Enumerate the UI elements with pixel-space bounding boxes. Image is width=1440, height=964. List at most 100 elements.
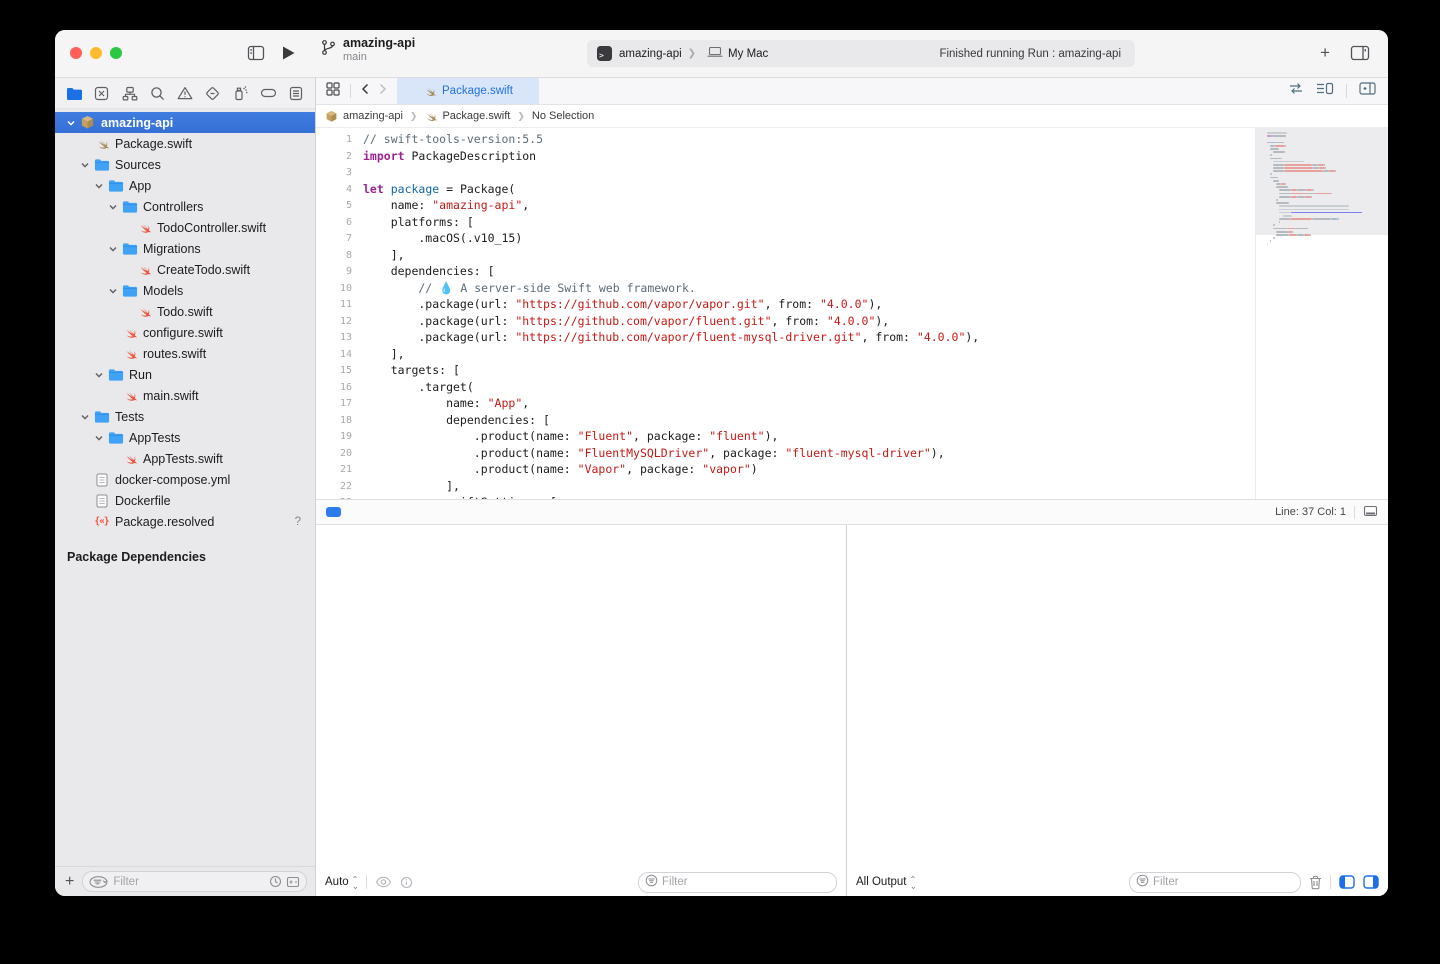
variables-scope-selector[interactable]: Auto ⌃⌃ xyxy=(325,876,358,889)
code-line[interactable]: 14 ], xyxy=(316,346,1256,363)
code-line[interactable]: 6 platforms: [ xyxy=(316,214,1256,231)
source-control-status-filter-icon[interactable] xyxy=(286,876,300,888)
code-line[interactable]: 18 dependencies: [ xyxy=(316,412,1256,429)
tree-item-package-resolved[interactable]: {«}Package.resolved? xyxy=(55,511,315,532)
add-toolbar-button[interactable]: + xyxy=(1320,43,1330,63)
symbol-navigator-icon[interactable] xyxy=(121,84,139,102)
disclosure-chevron-icon[interactable] xyxy=(105,286,121,296)
tree-item-main-swift[interactable]: main.swift xyxy=(55,385,315,406)
breadcrumb-selection[interactable]: No Selection xyxy=(532,110,594,122)
add-editor-icon[interactable] xyxy=(1359,82,1376,100)
quicklook-eye-icon[interactable] xyxy=(375,876,392,888)
code-line[interactable]: 13 .package(url: "https://github.com/vap… xyxy=(316,329,1256,346)
code-line[interactable]: 8 ], xyxy=(316,247,1256,264)
code-line[interactable]: 7 .macOS(.v10_15) xyxy=(316,230,1256,247)
tree-item-controllers[interactable]: Controllers xyxy=(55,196,315,217)
disclosure-chevron-icon[interactable] xyxy=(105,244,121,254)
code-line[interactable]: 1// swift-tools-version:5.5 xyxy=(316,131,1256,148)
code-line[interactable]: 2import PackageDescription xyxy=(316,148,1256,165)
editor-options-icon[interactable] xyxy=(1316,82,1334,100)
tree-item-sources[interactable]: Sources xyxy=(55,154,315,175)
toggle-debug-area-icon[interactable] xyxy=(326,507,341,517)
code-line[interactable]: 10 // 💧 A server-side Swift web framewor… xyxy=(316,280,1256,297)
code-line[interactable]: 23 swiftSettings: [ xyxy=(316,494,1256,499)
code-line[interactable]: 16 .target( xyxy=(316,379,1256,396)
tree-item-createtodo-swift[interactable]: CreateTodo.swift xyxy=(55,259,315,280)
disclosure-chevron-icon[interactable] xyxy=(105,202,121,212)
go-back-icon[interactable] xyxy=(361,82,369,100)
toggle-console-view-icon[interactable] xyxy=(1363,875,1379,889)
tree-item-models[interactable]: Models xyxy=(55,280,315,301)
breadcrumb-file[interactable]: Package.swift xyxy=(442,110,510,122)
add-file-button[interactable]: + xyxy=(63,874,76,890)
console-content[interactable] xyxy=(847,525,1388,868)
code-line[interactable]: 19 .product(name: "Fluent", package: "fl… xyxy=(316,428,1256,445)
code-line[interactable]: 22 ], xyxy=(316,478,1256,495)
toggle-inspectors-icon[interactable] xyxy=(1350,45,1370,66)
toggle-variables-view-icon[interactable] xyxy=(1339,875,1355,889)
toggle-navigator-icon[interactable] xyxy=(247,45,265,66)
disclosure-chevron-icon[interactable] xyxy=(63,118,79,128)
jump-bar[interactable]: amazing-api ❯ Package.swift ❯ No Selecti… xyxy=(316,105,1388,128)
scheme-selector[interactable]: > amazing-api ❯ My Mac xyxy=(587,40,778,67)
disclosure-chevron-icon[interactable] xyxy=(77,160,93,170)
report-navigator-icon[interactable] xyxy=(287,84,305,102)
variables-filter-field[interactable]: Filter xyxy=(638,872,837,893)
clear-console-trash-icon[interactable] xyxy=(1309,875,1322,890)
run-button[interactable] xyxy=(281,45,296,66)
tree-item-migrations[interactable]: Migrations xyxy=(55,238,315,259)
source-control-navigator-icon[interactable] xyxy=(93,84,111,102)
tree-item-package-swift[interactable]: Package.swift xyxy=(55,133,315,154)
tree-item-tests[interactable]: Tests xyxy=(55,406,315,427)
tree-item-todocontroller-swift[interactable]: TodoController.swift xyxy=(55,217,315,238)
tree-item-docker-compose-yml[interactable]: docker-compose.yml xyxy=(55,469,315,490)
code-line[interactable]: 3 xyxy=(316,164,1256,181)
scheme-destination[interactable]: My Mac xyxy=(728,48,768,60)
minimize-window-button[interactable] xyxy=(90,47,102,59)
tree-item-apptests-swift[interactable]: AppTests.swift xyxy=(55,448,315,469)
related-items-icon[interactable] xyxy=(326,82,340,101)
project-navigator-icon[interactable] xyxy=(65,84,83,102)
console-scope-selector[interactable]: All Output ⌃⌃ xyxy=(856,876,916,889)
tree-item-todo-swift[interactable]: Todo.swift xyxy=(55,301,315,322)
swap-editors-icon[interactable] xyxy=(1288,82,1304,100)
tree-item-dockerfile[interactable]: Dockerfile xyxy=(55,490,315,511)
console-filter-field[interactable]: Filter xyxy=(1129,872,1301,893)
test-navigator-icon[interactable] xyxy=(204,84,222,102)
code-line[interactable]: 12 .package(url: "https://github.com/vap… xyxy=(316,313,1256,330)
tree-item-routes-swift[interactable]: routes.swift xyxy=(55,343,315,364)
find-navigator-icon[interactable] xyxy=(148,84,166,102)
debug-navigator-icon[interactable] xyxy=(232,84,250,102)
code-line[interactable]: 15 targets: [ xyxy=(316,362,1256,379)
zoom-window-button[interactable] xyxy=(110,47,122,59)
code-line[interactable]: 21 .product(name: "Vapor", package: "vap… xyxy=(316,461,1256,478)
tree-item-configure-swift[interactable]: configure.swift xyxy=(55,322,315,343)
code-line[interactable]: 5 name: "amazing-api", xyxy=(316,197,1256,214)
code-line[interactable]: 4let package = Package( xyxy=(316,181,1256,198)
go-forward-icon[interactable] xyxy=(379,82,387,100)
code-line[interactable]: 9 dependencies: [ xyxy=(316,263,1256,280)
code-line[interactable]: 17 name: "App", xyxy=(316,395,1256,412)
tree-item-app[interactable]: App xyxy=(55,175,315,196)
close-window-button[interactable] xyxy=(70,47,82,59)
breadcrumb-project[interactable]: amazing-api xyxy=(343,110,403,122)
editor-display-icon[interactable] xyxy=(1363,505,1378,520)
issue-navigator-icon[interactable] xyxy=(176,84,194,102)
tree-item-run[interactable]: Run xyxy=(55,364,315,385)
disclosure-chevron-icon[interactable] xyxy=(91,433,107,443)
recent-files-filter-icon[interactable] xyxy=(269,875,282,888)
tree-item-apptests[interactable]: AppTests xyxy=(55,427,315,448)
disclosure-chevron-icon[interactable] xyxy=(91,181,107,191)
variables-content[interactable] xyxy=(316,525,846,868)
sidebar-filter-field[interactable]: Filter xyxy=(82,871,307,892)
disclosure-chevron-icon[interactable] xyxy=(91,370,107,380)
code-line[interactable]: 20 .product(name: "FluentMySQLDriver", p… xyxy=(316,445,1256,462)
breakpoint-navigator-icon[interactable] xyxy=(259,84,277,102)
minimap[interactable] xyxy=(1255,128,1388,499)
info-icon[interactable] xyxy=(400,876,413,889)
code-line[interactable]: 11 .package(url: "https://github.com/vap… xyxy=(316,296,1256,313)
tab-package-swift[interactable]: Package.swift xyxy=(397,78,539,104)
disclosure-chevron-icon[interactable] xyxy=(77,412,93,422)
tree-item-amazing-api[interactable]: amazing-api xyxy=(55,112,315,133)
code-pane[interactable]: 1// swift-tools-version:5.52import Packa… xyxy=(316,128,1256,499)
